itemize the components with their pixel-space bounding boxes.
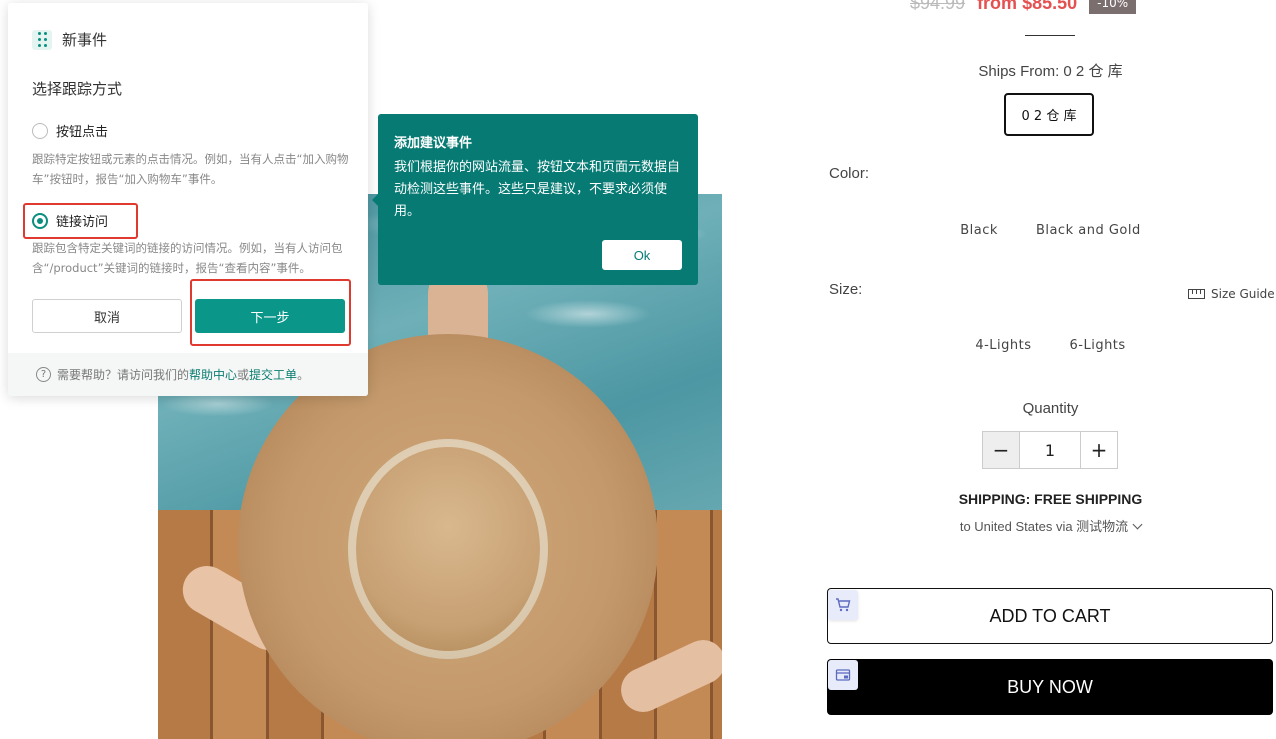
help-center-link[interactable]: 帮助中心 [189,368,237,382]
help-circle-icon: ? [36,367,51,382]
footer-or: 或 [237,368,250,382]
price-new: from $85.50 [977,0,1078,13]
footer-end: 。 [297,368,310,382]
footer-text: 需要帮助？请访问我们的帮助中心或提交工单。 [57,366,309,383]
size-options: 4-Lights 6-Lights [828,338,1273,353]
quantity-label: Quantity [1022,400,1079,417]
quantity-input[interactable]: 1 [1020,432,1080,468]
credit-card-icon [828,660,858,690]
drag-handle-icon[interactable] [32,29,52,50]
color-option-black-gold[interactable]: Black and Gold [1036,223,1141,238]
price-row: $94.99 from $85.50 -10% [910,0,1137,14]
size-option-6-lights[interactable]: 6-Lights [1070,338,1126,353]
shipping-destination-text: to United States via 测试物流 [959,519,1129,534]
shipping-title: SHIPPING: FREE SHIPPING [958,491,1143,507]
ships-from-value: 0 2 仓 库 [1063,63,1123,80]
dialog-subtitle: 选择跟踪方式 [32,80,123,98]
popover-title: 添加建议事件 [394,136,473,151]
add-to-cart-button[interactable]: ADD TO CART [827,588,1273,644]
warehouse-option-button[interactable]: 0 2 仓 库 [1004,93,1094,136]
size-guide-label: Size Guide [1211,287,1275,301]
size-label: Size: [829,281,863,298]
quantity-decrease-button[interactable]: − [983,432,1020,468]
discount-badge: -10% [1089,0,1137,14]
quantity-stepper: − 1 + [982,431,1118,469]
color-option-black[interactable]: Black [960,223,998,238]
option-button-click[interactable]: 按钮点击 [32,121,108,140]
option-link-visit[interactable]: 链接访问 [32,211,108,230]
option-button-click-label: 按钮点击 [56,125,109,140]
dialog-title: 新事件 [62,31,108,49]
suggested-events-popover: 添加建议事件 我们根据你的网站流量、按钮文本和页面元数据自动检测这些事件。这些只… [372,114,698,285]
color-label: Color: [829,165,870,182]
dialog-header: 新事件 [32,29,107,50]
price-old: $94.99 [910,0,966,13]
size-guide-link[interactable]: Size Guide [1188,287,1275,301]
shipping-destination[interactable]: to United States via 测试物流 [828,516,1273,535]
buy-now-button[interactable]: BUY NOW [827,659,1273,715]
highlight-box-next-button [190,279,351,346]
radio-link-visit[interactable] [32,212,48,229]
dialog-footer: ? 需要帮助？请访问我们的帮助中心或提交工单。 [8,353,368,396]
price-divider [1025,35,1075,36]
cancel-button[interactable]: 取消 [32,299,182,333]
quantity-increase-button[interactable]: + [1080,432,1117,468]
ruler-icon [1188,289,1205,299]
color-options: Black Black and Gold [828,223,1273,238]
size-option-4-lights[interactable]: 4-Lights [975,338,1031,353]
submit-ticket-link[interactable]: 提交工单 [249,368,297,382]
footer-prefix: 需要帮助？请访问我们的 [57,368,190,382]
chevron-down-icon [1132,519,1143,530]
popover-ok-button[interactable]: Ok [602,240,682,270]
option-link-visit-desc: 跟踪包含特定关键词的链接的访问情况。例如，当有人访问包含“/product”关键… [32,241,343,275]
popover-body: 我们根据你的网站流量、按钮文本和页面元数据自动检测这些事件。这些只是建议，不要求… [394,160,681,219]
ships-from-text: Ships From: [978,63,1060,80]
radio-button-click[interactable] [32,122,48,139]
straw-hat-crown [348,439,548,659]
ships-from-label: Ships From: 0 2 仓 库 [828,60,1273,81]
option-button-click-desc: 跟踪特定按钮或元素的点击情况。例如，当有人点击“加入购物车”按钮时，报告“加入购… [32,152,349,186]
cart-icon [828,590,858,620]
option-link-visit-label: 链接访问 [56,215,109,230]
